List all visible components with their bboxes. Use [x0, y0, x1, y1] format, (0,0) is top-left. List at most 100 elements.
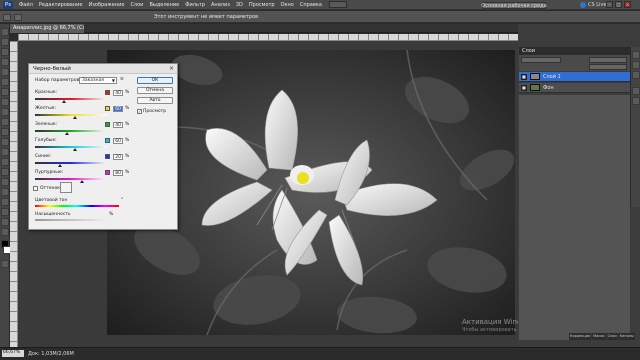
close-button[interactable]: ✕ — [624, 1, 631, 8]
menu-image[interactable]: Изображение — [85, 2, 127, 8]
document-tab[interactable]: Амариллис.jpg @ 66,7% (Слой 1, RGB/8*) × — [10, 24, 84, 33]
tool-option-button[interactable] — [14, 14, 22, 21]
slider-value-field[interactable]: 40 — [113, 122, 123, 128]
history-panel-icon[interactable] — [632, 87, 640, 95]
healing-tool-icon[interactable] — [1, 88, 9, 96]
slider-track[interactable] — [35, 178, 107, 180]
opacity-field[interactable] — [589, 57, 627, 63]
menu-window[interactable]: Окно — [278, 2, 297, 8]
actions-panel-icon[interactable] — [632, 97, 640, 105]
menu-layer[interactable]: Слои — [127, 2, 146, 8]
slider-handle[interactable] — [72, 116, 77, 119]
tint-color-swatch[interactable] — [60, 182, 72, 193]
pen-tool-icon[interactable] — [1, 168, 9, 176]
brush-tool-icon[interactable] — [1, 98, 9, 106]
layer-row-background[interactable]: ● Фон — [519, 83, 630, 93]
blur-tool-icon[interactable] — [1, 148, 9, 156]
tab-layers[interactable]: Слои — [606, 333, 618, 340]
menu-help[interactable]: Справка — [297, 2, 325, 8]
cancel-button[interactable]: Отмена — [137, 87, 173, 94]
slider-value-field[interactable]: 80 — [113, 170, 123, 176]
marquee-tool-icon[interactable] — [1, 38, 9, 46]
hand-tool-icon[interactable] — [1, 218, 9, 226]
fill-field[interactable] — [589, 64, 627, 70]
channel-color-chip — [105, 122, 110, 127]
saturation-slider-track[interactable] — [35, 219, 107, 221]
blend-mode-select[interactable] — [521, 57, 561, 63]
zoom-field[interactable]: 66,67% — [2, 350, 24, 357]
slider-label: Желтые: — [35, 106, 56, 111]
zoom-tool-icon[interactable] — [1, 228, 9, 236]
app-logo: Ps — [3, 0, 13, 9]
percent-unit: % — [125, 138, 130, 143]
eyedropper-tool-icon[interactable] — [1, 78, 9, 86]
menu-3d[interactable]: 3D — [233, 2, 246, 8]
ok-button[interactable]: ОК — [137, 77, 173, 84]
vertical-ruler[interactable] — [10, 41, 18, 347]
slider-value-field[interactable]: 60 — [113, 138, 123, 144]
layer-thumbnail — [530, 84, 540, 91]
path-select-tool-icon[interactable] — [1, 188, 9, 196]
gradient-tool-icon[interactable] — [1, 138, 9, 146]
lasso-tool-icon[interactable] — [1, 48, 9, 56]
3d-rotate-tool-icon[interactable] — [1, 208, 9, 216]
type-tool-icon[interactable] — [1, 178, 9, 186]
menu-filter[interactable]: Фильтр — [182, 2, 208, 8]
menu-edit[interactable]: Редактирование — [36, 2, 86, 8]
hue-slider-track[interactable] — [35, 205, 119, 207]
slider-handle[interactable] — [72, 148, 77, 151]
slider-handle[interactable] — [65, 132, 70, 135]
tab-masks[interactable]: Маски — [592, 333, 606, 340]
dodge-tool-icon[interactable] — [1, 158, 9, 166]
dialog-close-icon[interactable]: × — [169, 65, 174, 72]
menu-select[interactable]: Выделение — [146, 2, 182, 8]
preset-select[interactable]: Заказная ▼ — [79, 77, 117, 84]
cs-live[interactable]: CS Live — [580, 1, 606, 9]
tool-preset-picker[interactable] — [3, 14, 11, 21]
layers-panel-header[interactable]: Слои — [519, 47, 630, 55]
eraser-tool-icon[interactable] — [1, 128, 9, 136]
preset-menu-icon[interactable]: ≡ — [120, 77, 124, 82]
minimize-button[interactable]: – — [606, 1, 613, 8]
slider-label: Синие: — [35, 154, 52, 159]
clone-stamp-tool-icon[interactable] — [1, 108, 9, 116]
slider-value-field[interactable]: 60 — [113, 106, 123, 112]
slider-handle[interactable] — [79, 180, 84, 183]
tint-checkbox[interactable] — [33, 186, 38, 191]
color-panel-icon[interactable] — [632, 51, 640, 59]
styles-panel-icon[interactable] — [632, 71, 640, 79]
maximize-button[interactable]: □ — [615, 1, 622, 8]
menu-file[interactable]: Файл — [16, 2, 36, 8]
eye-icon[interactable]: ● — [521, 73, 527, 80]
slider-handle[interactable] — [61, 100, 66, 103]
shape-tool-icon[interactable] — [1, 198, 9, 206]
quick-select-tool-icon[interactable] — [1, 58, 9, 66]
move-tool-icon[interactable] — [1, 28, 9, 36]
screen-mode-dropdown[interactable] — [328, 1, 347, 8]
layer-row-active[interactable]: ● Слой 1 — [519, 72, 630, 82]
slider-track[interactable] — [35, 162, 107, 164]
slider-handle[interactable] — [58, 164, 63, 167]
menu-view[interactable]: Просмотр — [246, 2, 278, 8]
workspace-button[interactable]: Основная рабочая среда — [481, 2, 547, 9]
slider-track[interactable] — [35, 114, 107, 116]
history-brush-tool-icon[interactable] — [1, 118, 9, 126]
slider-track[interactable] — [35, 146, 107, 148]
auto-button[interactable]: Авто — [137, 97, 173, 104]
horizontal-ruler[interactable] — [18, 34, 518, 41]
document-info[interactable]: Док: 1,03М/2,06М — [28, 351, 74, 357]
crop-tool-icon[interactable] — [1, 68, 9, 76]
swatches-panel-icon[interactable] — [632, 61, 640, 69]
preview-checkbox[interactable]: ✓ — [137, 109, 142, 114]
tab-channels[interactable]: Каналы — [618, 333, 635, 340]
slider-track[interactable] — [35, 98, 107, 100]
slider-value-field[interactable]: 20 — [113, 154, 123, 160]
tab-adjustments[interactable]: Коррекция — [569, 333, 592, 340]
quick-mask-icon[interactable] — [1, 260, 9, 268]
menu-analysis[interactable]: Анализ — [208, 2, 233, 8]
eye-icon[interactable]: ● — [521, 84, 527, 91]
hue-label: Цветовой тон — [35, 198, 68, 203]
percent-unit: % — [125, 170, 130, 175]
slider-value-field[interactable]: 40 — [113, 90, 123, 96]
slider-track[interactable] — [35, 130, 107, 132]
